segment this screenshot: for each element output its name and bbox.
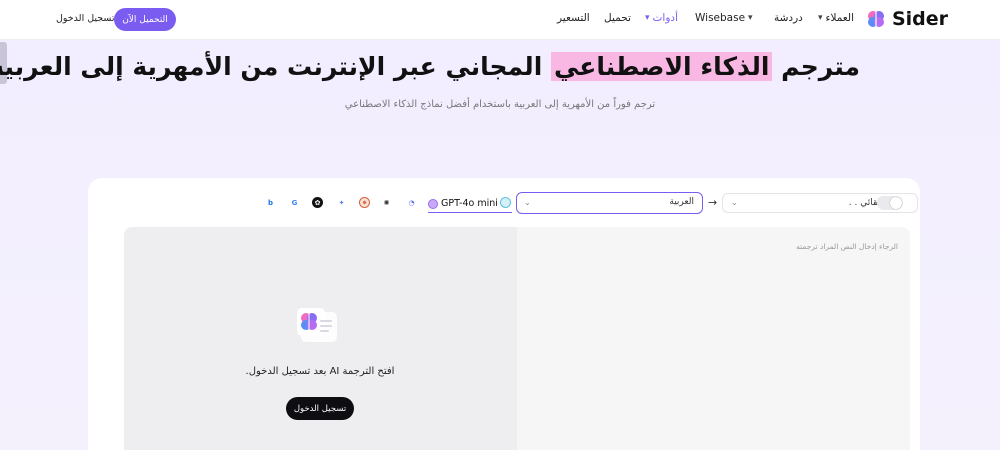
input-panel[interactable] bbox=[517, 227, 910, 450]
chevron-down-icon: ▾ bbox=[645, 13, 650, 23]
openai-icon[interactable]: ✿ bbox=[312, 197, 323, 208]
gemini-icon[interactable]: ✦ bbox=[336, 197, 347, 208]
ai-brain-illustration-icon bbox=[293, 306, 339, 344]
nova-icon[interactable]: ◔ bbox=[406, 197, 417, 208]
target-language-select[interactable]: ⌄ العربية bbox=[516, 192, 703, 214]
auto-detect-toggle[interactable] bbox=[877, 196, 903, 210]
header-login-link[interactable]: تسجيل الدخول bbox=[56, 13, 115, 24]
install-now-button[interactable]: التحميل الآن bbox=[114, 8, 176, 31]
nav-tools[interactable]: ▾ أدوات bbox=[645, 12, 678, 24]
input-placeholder: الرجاء إدخال النص المراد ترجمته bbox=[796, 242, 898, 251]
nav-chat-label: دردشة bbox=[774, 12, 803, 24]
top-navbar: Sider ▾ العملاء دردشة Wisebase ▾ ▾ أدوات… bbox=[0, 0, 1000, 40]
deepseek-icon[interactable]: ✺ bbox=[381, 197, 392, 208]
nav-wisebase-label: Wisebase bbox=[695, 12, 746, 24]
chevron-down-icon: ⌄ bbox=[524, 198, 531, 207]
sider-brain-icon bbox=[867, 11, 884, 27]
nav-pricing-label: التسعير bbox=[557, 12, 590, 24]
title-highlight: الذكاء الاصطناعي bbox=[550, 52, 773, 81]
title-part-2: المجاني عبر الإنترنت من الأمهرية إلى الع… bbox=[0, 52, 551, 81]
model-gpt-4o-mini[interactable]: GPT-4o mini bbox=[428, 195, 512, 213]
direction-arrow-icon: → bbox=[708, 196, 718, 209]
nav-tools-label: أدوات bbox=[652, 12, 678, 24]
chevron-down-icon: ⌄ bbox=[731, 198, 738, 207]
login-message: افتح الترجمة AI بعد تسجيل الدخول. bbox=[245, 366, 395, 377]
google-icon[interactable]: G bbox=[289, 197, 300, 208]
nav-customers-label: العملاء bbox=[825, 12, 854, 24]
nav-chat[interactable]: دردشة bbox=[774, 12, 803, 24]
nav-customers[interactable]: ▾ العملاء bbox=[818, 12, 854, 24]
claude-icon[interactable]: ✷ bbox=[359, 197, 370, 208]
page-title: مترجم الذكاء الاصطناعي المجاني عبر الإنت… bbox=[0, 52, 860, 92]
bing-icon[interactable]: b bbox=[265, 197, 276, 208]
page-subtitle: ترجم فوراً من الأمهرية إلى العربية باستخ… bbox=[344, 99, 656, 110]
gpt-4o-mini-icon bbox=[428, 198, 438, 209]
toggle-knob bbox=[890, 197, 902, 209]
nav-download[interactable]: تحميل bbox=[604, 12, 631, 24]
target-language-label: العربية bbox=[669, 197, 694, 207]
sider-logo[interactable]: Sider bbox=[866, 8, 948, 30]
nav-wisebase[interactable]: Wisebase ▾ bbox=[695, 12, 753, 24]
title-part-1: مترجم bbox=[772, 52, 860, 81]
brain-illustration-svg bbox=[297, 308, 337, 342]
chevron-down-icon: ▾ bbox=[818, 13, 823, 23]
nav-download-label: تحميل bbox=[604, 12, 631, 24]
chevron-down-icon: ▾ bbox=[748, 13, 753, 23]
login-button[interactable]: تسجيل الدخول bbox=[286, 397, 354, 420]
logo-text: Sider bbox=[891, 8, 948, 30]
nav-pricing[interactable]: التسعير bbox=[557, 12, 590, 24]
model-gpt-4o-mini-label: GPT-4o mini bbox=[441, 198, 498, 209]
